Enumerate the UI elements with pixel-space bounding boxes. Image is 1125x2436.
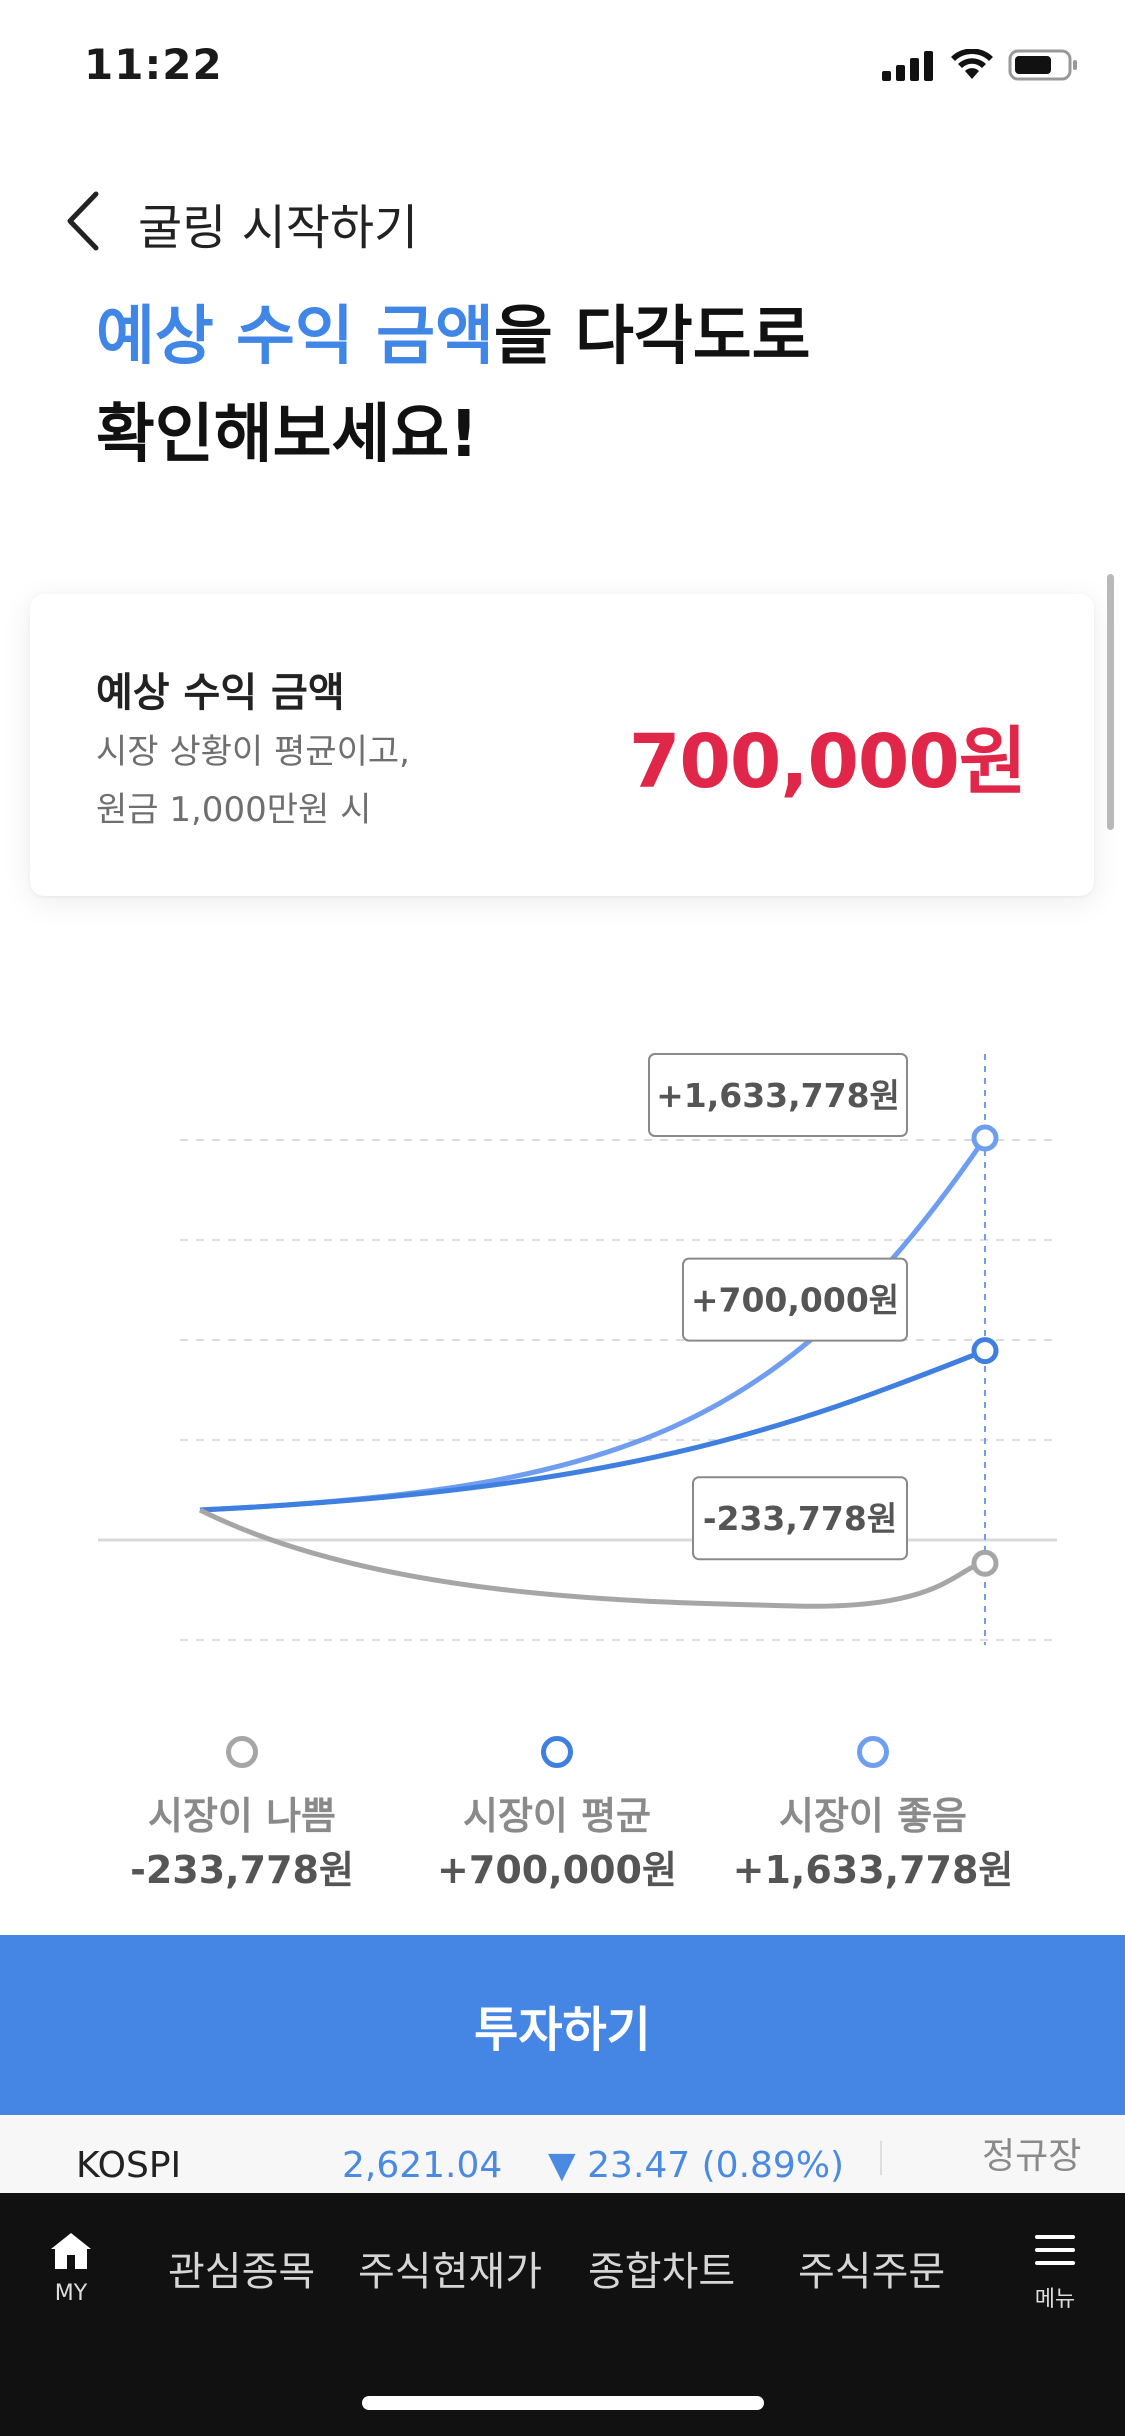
chevron-left-icon [67,191,99,251]
headline-line2: 확인해보세요! [96,398,479,472]
legend-dot-average [541,1736,573,1768]
home-indicator [362,2396,764,2410]
ticker-change: ▼ 23.47 (0.89%) [548,2145,845,2186]
menu-icon [1035,2235,1075,2265]
series-label-good: +1,633,778원 [648,1053,908,1137]
status-time: 11:22 [84,40,223,89]
nav-stock-price[interactable]: 주식현재가 [358,2239,542,2297]
status-icons [882,48,1080,82]
ticker-name: KOSPI [76,2145,182,2186]
series-label-bad: -233,778원 [692,1476,908,1561]
series-label-average: +700,000원 [682,1257,908,1342]
nav-menu[interactable]: 메뉴 [1030,2233,1080,2313]
chart-labels: +1,633,778원 +700,000원 -233,778원 [648,1053,908,1561]
legend-good: 시장이 좋음 +1,633,778원 [713,1736,1033,1900]
invest-button[interactable]: 투자하기 [0,1935,1125,2115]
nav-menu-label: 메뉴 [1034,2287,1076,2312]
card-subtitle-line1: 시장 상황이 평균이고, [96,732,410,772]
nav-chart[interactable]: 종합차트 [588,2239,735,2297]
legend-value-bad: -233,778원 [130,1848,354,1892]
headline-rest: 을 다각도로 [493,300,811,374]
expected-amount: 700,000원 [628,719,1027,805]
card-title: 예상 수익 금액 [96,670,345,716]
back-button[interactable] [60,186,120,256]
legend-bad: 시장이 나쁨 -233,778원 [82,1736,402,1900]
ticker-status: 정규장 [982,2136,1082,2177]
legend-name-bad: 시장이 나쁨 [147,1794,337,1838]
legend-dot-bad [226,1736,258,1768]
series-endpoint-bad [971,1549,999,1577]
legend-name-average: 시장이 평균 [462,1794,652,1838]
chart-gridlines [180,1139,1055,1641]
series-label-text-good: +1,633,778원 [656,1076,900,1115]
series-label-text-average: +700,000원 [691,1281,899,1320]
market-ticker[interactable]: KOSPI 2,621.04 ▼ 23.47 (0.89%) 정규장 [0,2115,1125,2193]
legend-value-average: +700,000원 [437,1848,677,1892]
expected-return-card: 예상 수익 금액 시장 상황이 평균이고, 원금 1,000만원 시 700,0… [30,594,1094,896]
ticker-value: 2,621.04 [342,2145,503,2186]
nav-watchlist[interactable]: 관심종목 [168,2239,315,2297]
card-subtitle-line2: 원금 1,000만원 시 [96,790,372,830]
page-title: 굴링 시작하기 [138,200,419,256]
headline-container: 예상 수익 금액을 다각도로 확인해보세요! [0,262,1125,482]
headline-highlight: 예상 수익 금액 [96,300,494,374]
wifi-icon [951,49,993,79]
ticker-divider [880,2141,882,2175]
home-icon [51,2233,91,2269]
legend-name-good: 시장이 좋음 [778,1794,968,1838]
headline: 예상 수익 금액을 다각도로 확인해보세요! [96,288,811,482]
scrollbar[interactable] [1107,574,1114,830]
series-label-text-bad: -233,778원 [703,1499,897,1538]
signal-icon [882,51,933,81]
nav-order[interactable]: 주식주문 [798,2239,945,2297]
nav-home[interactable]: MY [40,2231,102,2306]
series-endpoint-good [971,1124,999,1152]
nav-home-label: MY [54,2281,88,2306]
legend-dot-good [857,1736,889,1768]
legend-value-good: +1,633,778원 [732,1848,1014,1892]
series-endpoint-average [971,1337,999,1365]
return-chart: +1,633,778원 +700,000원 -233,778원 [98,1053,1057,1645]
legend-average: 시장이 평균 +700,000원 [397,1736,717,1900]
battery-icon [1008,49,1077,81]
